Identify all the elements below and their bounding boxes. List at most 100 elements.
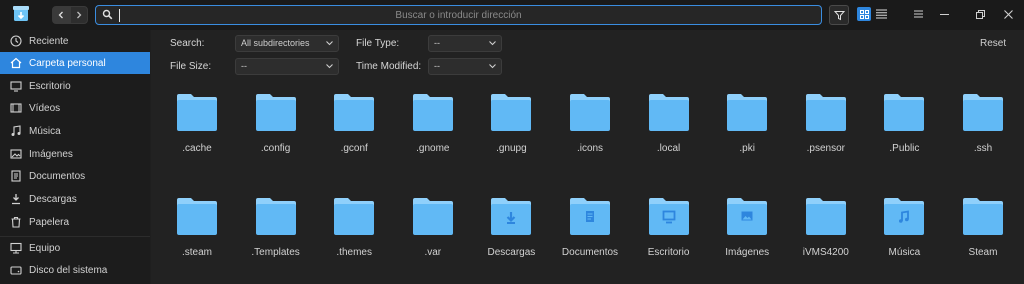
folder-icon: [570, 198, 610, 235]
close-icon: [1003, 9, 1013, 19]
maximize-button[interactable]: [972, 6, 988, 22]
folder-item[interactable]: .var: [395, 196, 471, 276]
folder-icon: [334, 94, 375, 131]
folder-name: .icons: [576, 143, 604, 154]
folder-name: .Templates: [251, 247, 300, 258]
folder-item[interactable]: .Public: [866, 92, 942, 172]
search-scope-select[interactable]: All subdirectories: [235, 35, 339, 52]
folder-icon: [805, 198, 846, 235]
folder-icon: [334, 198, 375, 235]
folder-icon: [255, 94, 296, 131]
filter-button[interactable]: [829, 5, 849, 25]
sidebar-item-desktop[interactable]: Escritorio: [0, 75, 150, 97]
folder-item[interactable]: .local: [631, 92, 707, 172]
address-bar[interactable]: Buscar o introducir dirección: [95, 5, 822, 25]
minimize-button[interactable]: [936, 6, 952, 22]
folder-icon: [491, 198, 532, 235]
search-scope-label: Search:: [170, 38, 205, 49]
sidebar-item-documents[interactable]: Documentos: [0, 165, 150, 187]
hamburger-menu-icon: [913, 10, 923, 18]
folder-icon: [255, 198, 296, 235]
folder-name: .gnome: [416, 143, 450, 154]
folder-item[interactable]: .ssh: [945, 92, 1021, 172]
video-icon: [9, 101, 23, 115]
folder-item[interactable]: .steam: [159, 196, 235, 276]
forward-button[interactable]: [70, 6, 88, 24]
folder-icon: [570, 94, 610, 131]
folder-item[interactable]: iVMS4200: [788, 196, 864, 276]
folder-item[interactable]: Steam: [945, 196, 1021, 276]
folder-item[interactable]: .cache: [159, 92, 235, 172]
folder-item[interactable]: Escritorio: [631, 196, 707, 276]
folder-item[interactable]: Imágenes: [709, 196, 785, 276]
folder-name: .psensor: [806, 143, 845, 154]
folder-icon: [963, 198, 1003, 235]
sidebar-item-label: Descargas: [29, 193, 77, 205]
sidebar-item-music[interactable]: Música: [0, 120, 150, 142]
folder-item[interactable]: .icons: [552, 92, 628, 172]
folder-icon: [727, 198, 768, 235]
grid-icon: [859, 9, 869, 19]
home-icon: [9, 56, 23, 70]
folder-name: Música: [888, 247, 921, 258]
menu-button[interactable]: [910, 6, 926, 22]
folder-icon: [412, 198, 453, 235]
sidebar-item-label: Papelera: [29, 216, 70, 228]
sidebar-item-computer[interactable]: Equipo: [0, 237, 150, 259]
file-manager-logo-icon[interactable]: [13, 5, 29, 22]
folder-name: Imágenes: [725, 247, 770, 258]
sidebar-item-label: Vídeos: [29, 102, 61, 114]
folder-name: Descargas: [487, 247, 536, 258]
time-modified-value: --: [434, 61, 440, 71]
document-icon: [9, 169, 23, 183]
folder-name: .config: [260, 143, 291, 154]
folder-item[interactable]: Música: [866, 196, 942, 276]
folder-icon: [727, 94, 768, 131]
folder-icon: [491, 94, 532, 131]
close-button[interactable]: [1000, 6, 1016, 22]
folder-name: .Public: [889, 143, 920, 154]
folder-name: .local: [656, 143, 681, 154]
sidebar-item-recent[interactable]: Reciente: [0, 30, 150, 52]
sidebar-item-images[interactable]: Imágenes: [0, 143, 150, 165]
sidebar-item-label: Reciente: [29, 35, 69, 47]
music-icon: [9, 124, 23, 138]
folder-item[interactable]: .gnome: [395, 92, 471, 172]
sidebar-item-label: Escritorio: [29, 80, 71, 92]
folder-item[interactable]: .gnupg: [473, 92, 549, 172]
folder-name: .themes: [336, 247, 372, 258]
time-modified-select[interactable]: --: [428, 58, 502, 75]
image-icon: [9, 147, 23, 161]
folder-icon: [963, 94, 1003, 131]
folder-item[interactable]: .psensor: [788, 92, 864, 172]
sidebar-item-trash[interactable]: Papelera: [0, 211, 150, 233]
folder-item[interactable]: Documentos: [552, 196, 628, 276]
computer-icon: [9, 241, 23, 255]
folder-item[interactable]: .Templates: [238, 196, 314, 276]
reset-button[interactable]: Reset: [980, 38, 1006, 49]
file-view: Search: All subdirectories File Type: --…: [151, 30, 1024, 284]
list-view-button[interactable]: [874, 7, 888, 21]
file-size-value: --: [241, 61, 247, 71]
folder-icon: [805, 94, 846, 131]
icon-view-button[interactable]: [857, 7, 871, 21]
file-size-select[interactable]: --: [235, 58, 339, 75]
sidebar-item-system-disk[interactable]: Disco del sistema: [0, 259, 150, 281]
clock-icon: [9, 34, 23, 48]
file-size-label: File Size:: [170, 61, 212, 72]
search-scope-value: All subdirectories: [241, 38, 310, 48]
back-button[interactable]: [52, 6, 70, 24]
folder-item[interactable]: .gconf: [316, 92, 392, 172]
folder-item[interactable]: .pki: [709, 92, 785, 172]
folder-item[interactable]: Descargas: [473, 196, 549, 276]
folder-item[interactable]: .themes: [316, 196, 392, 276]
sidebar: Reciente Carpeta personal Escritorio Víd…: [0, 30, 150, 284]
folder-name: .ssh: [973, 143, 993, 154]
sidebar-item-videos[interactable]: Vídeos: [0, 97, 150, 119]
folder-item[interactable]: .config: [238, 92, 314, 172]
sidebar-item-downloads[interactable]: Descargas: [0, 188, 150, 210]
sidebar-item-home[interactable]: Carpeta personal: [0, 52, 150, 74]
sidebar-item-label: Imágenes: [29, 148, 73, 160]
file-type-select[interactable]: --: [428, 35, 502, 52]
desktop-icon: [9, 79, 23, 93]
